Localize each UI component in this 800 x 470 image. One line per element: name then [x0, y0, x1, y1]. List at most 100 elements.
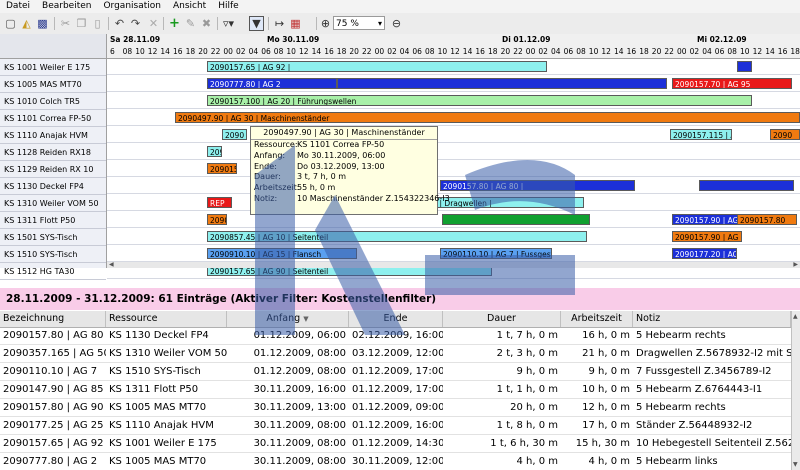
gantt-task-bar[interactable]: 2090 — [222, 129, 247, 140]
gantt-task-bar[interactable]: 2090177.20 | AG 3 — [672, 248, 737, 259]
add-icon[interactable]: + — [167, 16, 182, 31]
gantt-task-bar[interactable]: 2090910.10 | AG 15 | Flansch — [207, 248, 357, 259]
copy-icon[interactable]: ❐ — [74, 16, 89, 31]
table-cell: 2090177.25 | AG 25 — [3, 420, 104, 431]
new-document-icon[interactable]: ▢ — [3, 16, 18, 31]
calendar-icon[interactable]: ▦ — [288, 16, 303, 31]
gantt-task-bar[interactable]: 2090110.10 | AG 7 | Fussgestell — [440, 248, 552, 259]
table-row[interactable]: 2090177.25 | AG 25 KS 1110 Anajak HVM 30.1… — [0, 417, 791, 435]
resource-row[interactable]: KS 1010 Colch TR5 — [0, 93, 106, 110]
gantt-bars-area[interactable]: 2090157.65 | AG 92 | 2090777.80 | AG 2 209… — [107, 58, 800, 279]
timeline-hour-label: 02 — [236, 47, 246, 56]
gantt-task-bar[interactable]: 2090857.45 | AG 10 | Seitenteil — [207, 231, 587, 242]
timeline-day-label: Sa 28.11.09 — [110, 35, 161, 44]
zoom-select[interactable]: 75 % ▾ — [333, 16, 385, 30]
menu-ansicht[interactable]: Ansicht — [167, 0, 212, 13]
timeline-hour-label: 14 — [614, 47, 624, 56]
table-cell: 5 Hebearm rechts — [636, 402, 726, 413]
gantt-task-bar[interactable]: 2090157.90 — [207, 163, 237, 174]
resource-row[interactable]: KS 1101 Correa FP-50 — [0, 110, 106, 127]
filter-active-icon[interactable]: ▼ — [249, 16, 264, 31]
gantt-task-bar[interactable]: 2090157.70 | AG 95 — [672, 78, 792, 89]
row-gridline — [107, 193, 800, 194]
resource-row[interactable]: KS 1501 SYS-Tisch — [0, 229, 106, 246]
gantt-task-bar[interactable]: REP — [207, 197, 232, 208]
delete-icon[interactable]: ✖ — [199, 16, 214, 31]
redo-icon[interactable]: ↷ — [128, 16, 143, 31]
gantt-task-bar[interactable] — [699, 180, 794, 191]
gantt-task-bar[interactable]: 2090157.90 | AG 9 — [672, 231, 742, 242]
column-header-arbeitszeit[interactable]: Arbeitszeit — [561, 311, 633, 327]
resource-row[interactable]: KS 1510 SYS-Tisch — [0, 246, 106, 263]
resource-row[interactable]: KS 1110 Anajak HVM — [0, 127, 106, 144]
save-icon[interactable]: ▩ — [35, 16, 50, 31]
timeline-hour-label: 6 — [110, 47, 115, 56]
toolbar: ▢ ◭ ▩ ✂ ❐ ▯ ↶ ↷ ✕ + ✎ ✖ ▿▾ ▼ ↦ ▦ ⊕ 75 % ▾… — [0, 13, 800, 35]
gantt-task-bar[interactable]: 2090 — [770, 129, 800, 140]
resource-row[interactable]: KS 1130 Deckel FP4 — [0, 178, 106, 195]
paste-icon[interactable]: ▯ — [90, 16, 105, 31]
table-cell: 30.11.2009, 13:00 — [253, 402, 346, 413]
cut-icon[interactable]: ✂ — [58, 16, 73, 31]
menu-bearbeiten[interactable]: Bearbeiten — [36, 0, 97, 13]
menu-organisation[interactable]: Organisation — [97, 0, 167, 13]
gantt-task-bar[interactable]: 2090777.80 | AG 2 — [207, 78, 337, 89]
timeline-hour-label: 14 — [311, 47, 322, 56]
row-gridline — [107, 227, 800, 228]
resource-row[interactable]: KS 1001 Weiler E 175 — [0, 59, 106, 76]
timeline-hour-label: 02 — [538, 47, 548, 56]
table-row[interactable]: 2090147.90 | AG 85 KS 1311 Flott P50 30.11… — [0, 381, 791, 399]
resource-row[interactable]: KS 1512 HG TA30 — [0, 263, 106, 280]
resource-row[interactable]: KS 1129 Reiden RX 10 — [0, 161, 106, 178]
gantt-task-bar[interactable]: 2090157.45 — [207, 146, 222, 157]
table-cell: 10 h, 0 m — [582, 384, 630, 395]
row-gridline — [107, 74, 800, 75]
timeline-hour-label: 18 — [185, 47, 196, 56]
column-header-notiz[interactable]: Notiz — [633, 311, 791, 327]
gantt-task-bar[interactable] — [737, 61, 752, 72]
menu-datei[interactable]: Datei — [0, 0, 36, 13]
gantt-task-bar[interactable]: 2090157.65 | AG 92 | — [207, 61, 547, 72]
horizontal-scrollbar[interactable]: ◀ ▶ — [107, 262, 800, 268]
undo-icon[interactable]: ↶ — [112, 16, 127, 31]
filter-menu-icon[interactable]: ▿▾ — [221, 16, 236, 31]
column-header-anfang[interactable]: Anfang ▼ — [227, 311, 349, 327]
gantt-task-bar[interactable]: 2090157.80 — [737, 214, 797, 225]
table-row[interactable]: 2090157.65 | AG 92 KS 1001 Weiler E 175 30… — [0, 435, 791, 453]
column-header-bezeichnung[interactable]: Bezeichnung — [0, 311, 106, 327]
row-gridline — [107, 125, 800, 126]
column-header-ende[interactable]: Ende — [349, 311, 443, 327]
table-row[interactable]: 2090357.165 | AG 50 KS 1310 Weiler VOM 50… — [0, 345, 791, 363]
timeline-hour-label: 04 — [551, 47, 561, 56]
close-icon[interactable]: ✕ — [146, 16, 161, 31]
gantt-task-bar[interactable]: 2090157.80 | AG 80 | — [440, 180, 635, 191]
table-row[interactable]: 2090157.80 | AG 90 KS 1005 MAS MT70 30.11.… — [0, 399, 791, 417]
gantt-task-bar[interactable] — [442, 214, 590, 225]
resource-row[interactable]: KS 1005 MAS MT70 — [0, 76, 106, 93]
column-header-ressource[interactable]: Ressource — [106, 311, 227, 327]
zoom-out-icon[interactable]: ⊖ — [389, 16, 404, 31]
resource-row[interactable]: KS 1128 Reiden RX18 — [0, 144, 106, 161]
timeline-hour-label: 12 — [147, 47, 158, 56]
fit-range-icon[interactable]: ↦ — [272, 16, 287, 31]
table-row[interactable]: 2090110.10 | AG 7 KS 1510 SYS-Tisch 01.12.… — [0, 363, 791, 381]
table-row[interactable]: 2090157.80 | AG 80 | KS 1130 Deckel FP4 01… — [0, 327, 791, 345]
gantt-task-bar[interactable]: 2090157.60 — [207, 214, 227, 225]
timeline-hour-label: 04 — [399, 47, 410, 56]
table-cell: KS 1311 Flott P50 — [109, 384, 199, 395]
gantt-task-bar[interactable]: 2090157.100 | AG 20 | Führungswellen — [207, 95, 752, 106]
edit-icon[interactable]: ✎ — [183, 16, 198, 31]
gantt-task-bar[interactable]: 2090157.115 | AG — [670, 129, 732, 140]
table-row[interactable]: 2090777.80 | AG 2 KS 1005 MAS MT70 30.11.2… — [0, 453, 791, 470]
gantt-task-bar[interactable]: 2090497.90 | AG 30 | Maschinenständer — [175, 112, 800, 123]
menu-hilfe[interactable]: Hilfe — [212, 0, 244, 13]
gantt-task-bar[interactable] — [337, 78, 667, 89]
zoom-in-icon[interactable]: ⊕ — [318, 16, 333, 31]
resource-row[interactable]: KS 1311 Flott P50 — [0, 212, 106, 229]
open-folder-icon[interactable]: ◭ — [19, 16, 34, 31]
resource-row[interactable]: KS 1310 Weiler VOM 50 — [0, 195, 106, 212]
timeline-hour-label: 12 — [450, 47, 460, 56]
column-header-dauer[interactable]: Dauer — [443, 311, 561, 327]
vertical-scrollbar[interactable]: ▲ ▼ — [791, 311, 800, 470]
table-cell: 4 h, 0 m — [516, 456, 558, 467]
